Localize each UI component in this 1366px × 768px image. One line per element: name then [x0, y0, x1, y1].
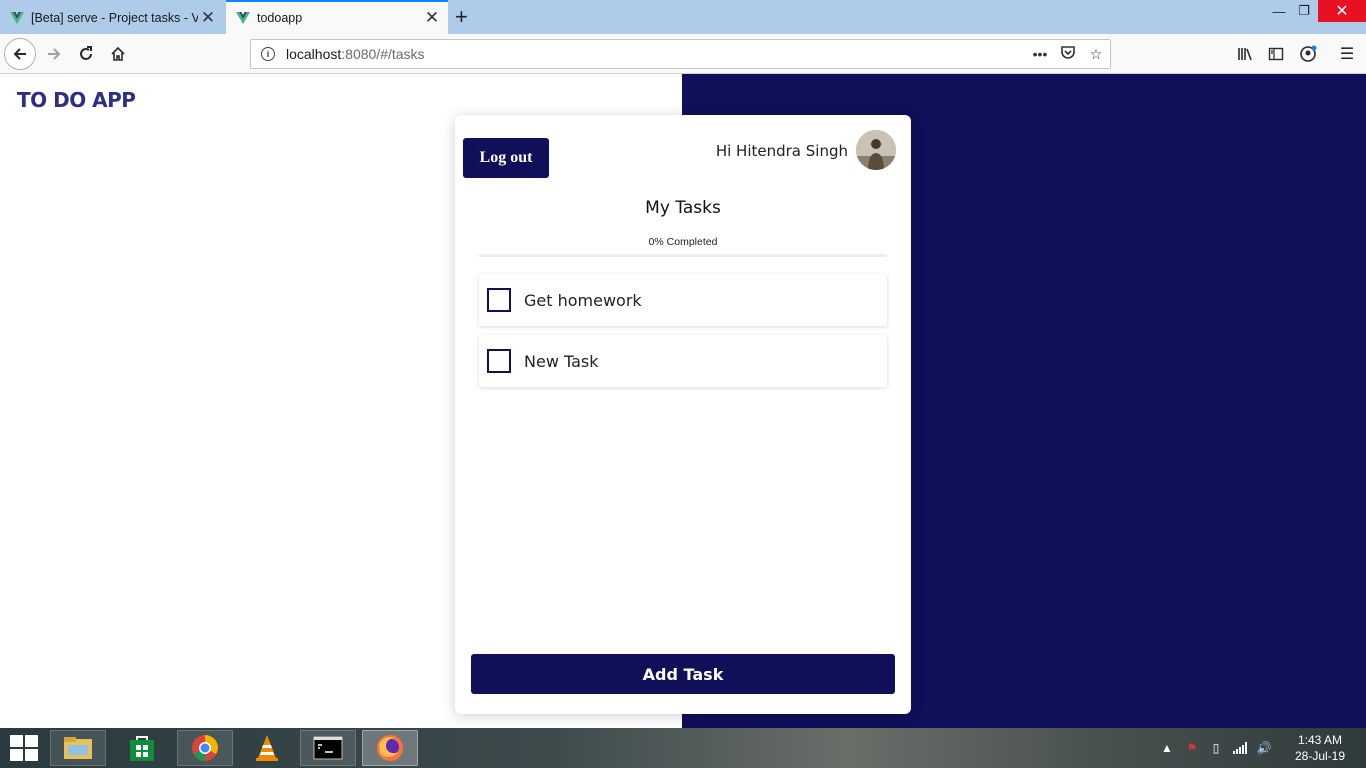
home-glyph	[111, 46, 125, 61]
url-host: localhost	[286, 46, 342, 62]
close-tab-icon[interactable]: ✕	[198, 8, 218, 28]
new-tab-icon[interactable]: +	[455, 4, 468, 30]
vue-logo-icon	[10, 12, 24, 24]
back-arrow-icon[interactable]	[4, 38, 36, 70]
task-list: Get homework New Task	[479, 274, 887, 396]
folder-glyph	[64, 737, 92, 759]
task-label: Get homework	[524, 290, 642, 310]
network-icon[interactable]	[1232, 738, 1248, 758]
account-glyph	[1300, 45, 1317, 62]
forward-arrow-glyph	[48, 48, 61, 60]
avatar[interactable]	[856, 130, 896, 170]
vue-logo-icon	[236, 12, 250, 24]
clock-date: 28-Jul-19	[1294, 749, 1346, 763]
minimize-icon[interactable]: —	[1268, 0, 1290, 22]
library-glyph	[1238, 48, 1252, 61]
page-title: My Tasks	[645, 198, 721, 218]
task-label: New Task	[524, 351, 599, 371]
signal-bars-glyph	[1233, 742, 1247, 754]
chrome-icon[interactable]	[177, 730, 233, 766]
file-explorer-icon[interactable]	[50, 730, 106, 766]
battery-icon[interactable]: ▯	[1208, 738, 1224, 758]
tab-title: todoapp	[257, 11, 303, 25]
library-icon[interactable]	[1230, 38, 1260, 70]
url-bar[interactable]: i localhost:8080/#/tasks ••• ☆	[250, 39, 1111, 69]
account-icon[interactable]	[1293, 38, 1323, 70]
windows-start-icon[interactable]	[6, 734, 42, 762]
restore-icon[interactable]: ❐	[1293, 0, 1315, 22]
sidebar-glyph	[1268, 47, 1284, 61]
clock-time: 1:43 AM	[1297, 733, 1343, 747]
vlc-icon[interactable]	[239, 730, 295, 766]
reload-icon[interactable]	[70, 38, 102, 70]
user-greeting: Hi Hitendra Singh	[715, 142, 848, 160]
taskbar: ▲ ⚑ ▯ 🔊 1:43 AM 28-Jul-19	[0, 728, 1366, 768]
add-task-button[interactable]: Add Task	[471, 654, 895, 694]
app-logo[interactable]: TO DO APP	[17, 88, 136, 112]
list-item[interactable]: New Task	[479, 335, 887, 387]
store-glyph	[130, 736, 154, 761]
tab-todoapp[interactable]: todoapp ✕	[226, 0, 448, 34]
ellipsis-icon[interactable]: •••	[1026, 46, 1054, 62]
sidebar-icon[interactable]	[1261, 38, 1291, 70]
task-checkbox[interactable]	[487, 349, 511, 373]
list-item[interactable]: Get homework	[479, 274, 887, 326]
hamburger-menu-icon[interactable]: ☰	[1332, 38, 1362, 70]
system-clock[interactable]: 1:43 AM 28-Jul-19	[1284, 732, 1356, 764]
tab-strip: [Beta] serve - Project tasks - Vu ✕ todo…	[0, 0, 1366, 34]
store-icon[interactable]	[114, 730, 170, 766]
window-close-icon[interactable]: ✕	[1318, 0, 1366, 22]
pocket-icon[interactable]	[1054, 45, 1082, 63]
forward-arrow-icon[interactable]	[38, 38, 70, 70]
navigation-bar: i localhost:8080/#/tasks ••• ☆ ☰	[0, 34, 1366, 74]
url-text[interactable]: localhost:8080/#/tasks	[286, 46, 1026, 62]
tab-project-tasks[interactable]: [Beta] serve - Project tasks - Vu ✕	[0, 2, 224, 34]
logout-button[interactable]: Log out	[463, 138, 549, 178]
reload-glyph	[80, 46, 92, 60]
chrome-glyph	[192, 735, 218, 761]
chevron-up-icon[interactable]: ▲	[1160, 738, 1174, 758]
firefox-icon[interactable]	[362, 730, 418, 766]
page-content: TO DO APP Log out Hi Hitendra Singh My T…	[0, 74, 1366, 728]
pocket-glyph	[1061, 45, 1075, 59]
star-icon[interactable]: ☆	[1082, 46, 1110, 63]
home-icon[interactable]	[102, 38, 134, 70]
vlc-glyph	[256, 735, 278, 761]
task-checkbox[interactable]	[487, 288, 511, 312]
action-center-flag-icon[interactable]: ⚑	[1184, 738, 1200, 758]
firefox-glyph	[377, 735, 403, 761]
progress-label: 0% Completed	[648, 236, 718, 248]
close-tab-icon[interactable]: ✕	[422, 8, 442, 28]
site-info-icon[interactable]: i	[261, 47, 275, 61]
back-arrow-glyph	[13, 48, 26, 60]
tab-title: [Beta] serve - Project tasks - Vu	[31, 11, 198, 25]
progress-bar	[479, 254, 887, 257]
command-prompt-icon[interactable]	[300, 730, 356, 766]
avatar-photo	[856, 130, 896, 170]
volume-icon[interactable]: 🔊	[1256, 738, 1272, 758]
cmd-glyph	[313, 736, 343, 760]
tasks-card: Log out Hi Hitendra Singh My Tasks 0% Co…	[455, 115, 911, 714]
url-path: :8080/#/tasks	[341, 46, 425, 62]
